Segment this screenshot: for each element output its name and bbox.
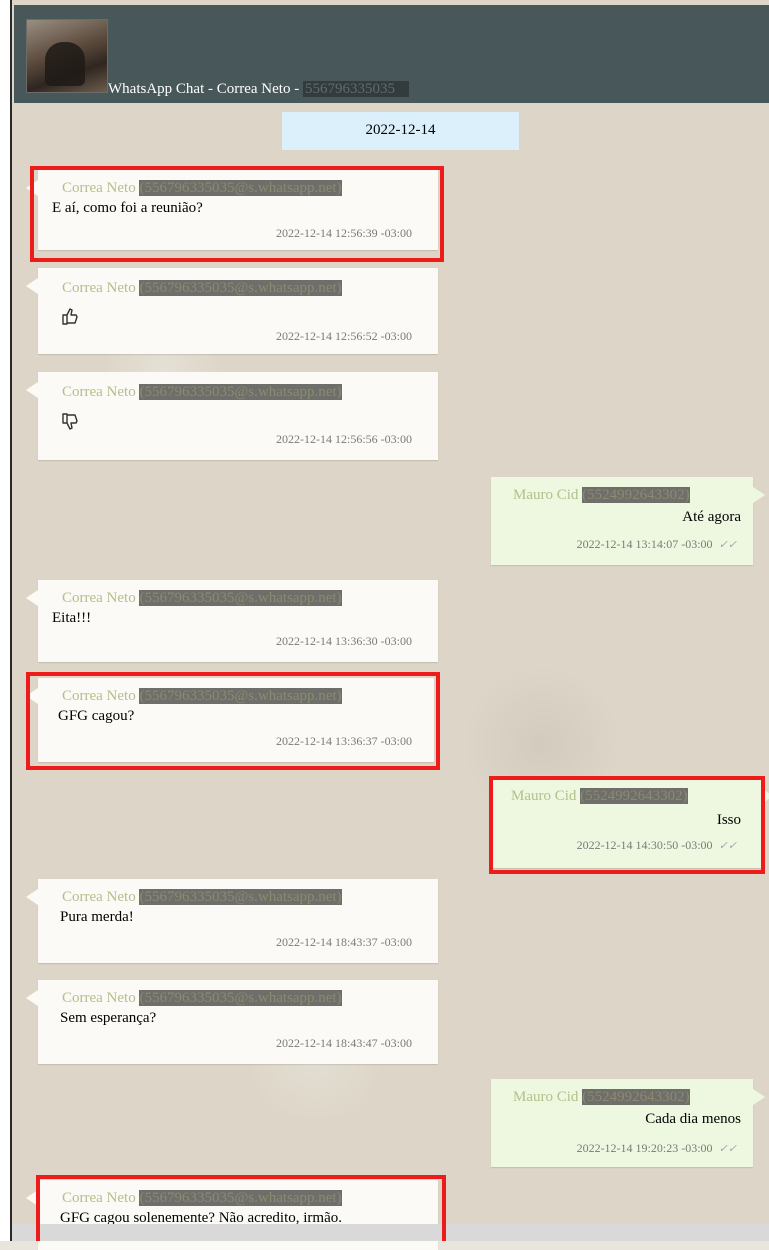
message-timestamp: 2022-12-14 12:56:56 -03:00 <box>276 432 412 446</box>
sender-id-redacted: (556796335035@s.whatsapp.net) <box>139 280 342 296</box>
message-text: Sem esperança? <box>60 1010 157 1026</box>
sender-id-redacted: (5524992643302) <box>580 788 688 804</box>
message-bubble[interactable]: Correa Neto (556796335035@s.whatsapp.net… <box>26 678 434 762</box>
chat-title: WhatsApp Chat - Correa Neto - 5567963350… <box>108 81 409 98</box>
sender-name: Correa Neto <box>62 180 136 196</box>
message-timestamp: 2022-12-14 13:36:37 -03:00 <box>276 734 412 748</box>
message-bubble[interactable]: Correa Neto (556796335035@s.whatsapp.net… <box>26 372 438 460</box>
message-bubble[interactable]: Correa Neto (556796335035@s.whatsapp.net… <box>26 170 438 250</box>
message-text: Pura merda! <box>60 909 134 925</box>
message-sender: Correa Neto (556796335035@s.whatsapp.net… <box>62 688 342 705</box>
message-bubble[interactable]: Mauro Cid (5524992643302) Cada dia menos… <box>491 1079 765 1167</box>
message-text: GFG cagou? <box>58 708 135 724</box>
chat-title-number-redacted: 556796335035 <box>302 81 409 97</box>
message-sender: Correa Neto (556796335035@s.whatsapp.net… <box>62 590 342 607</box>
sender-name: Correa Neto <box>62 889 136 905</box>
sender-id-redacted: (5524992643302) <box>582 487 690 503</box>
double-check-icon: ✓✓ <box>718 539 737 551</box>
sender-id-redacted: (556796335035@s.whatsapp.net) <box>139 889 342 905</box>
sender-name: Correa Neto <box>62 990 136 1006</box>
timestamp-text: 2022-12-14 13:14:07 -03:00 <box>576 537 713 551</box>
message-timestamp: 2022-12-14 12:56:39 -03:00 <box>276 226 412 240</box>
timestamp-text: 2022-12-14 14:30:50 -03:00 <box>576 838 713 852</box>
date-chip: 2022-12-14 <box>282 112 519 150</box>
message-sender: Correa Neto (556796335035@s.whatsapp.net… <box>62 280 342 297</box>
double-check-icon: ✓✓ <box>718 840 737 852</box>
message-timestamp: 2022-12-14 18:43:37 -03:00 <box>276 935 412 949</box>
message-timestamp: 2022-12-14 12:56:52 -03:00 <box>276 329 412 343</box>
double-check-icon: ✓✓ <box>718 1143 737 1155</box>
message-bubble[interactable]: Mauro Cid (5524992643302) Isso 2022-12-1… <box>491 778 769 868</box>
sender-id-redacted: (556796335035@s.whatsapp.net) <box>139 688 342 704</box>
message-text: E aí, como foi a reunião? <box>52 200 203 216</box>
message-timestamp: 2022-12-14 13:14:07 -03:00 ✓✓ <box>577 537 737 552</box>
bottom-edge <box>12 1224 769 1241</box>
message-text: Cada dia menos <box>645 1111 741 1127</box>
message-sender: Correa Neto (556796335035@s.whatsapp.net… <box>62 384 342 401</box>
message-sender: Mauro Cid (5524992643302) <box>513 1089 690 1106</box>
sender-name: Correa Neto <box>62 280 136 296</box>
sender-name: Mauro Cid <box>513 1089 579 1105</box>
sender-name: Correa Neto <box>62 384 136 400</box>
message-bubble[interactable]: Correa Neto (556796335035@s.whatsapp.net… <box>26 580 438 662</box>
sender-name: Correa Neto <box>62 590 136 606</box>
message-timestamp: 2022-12-14 18:43:47 -03:00 <box>276 1036 412 1050</box>
message-sender: Correa Neto (556796335035@s.whatsapp.net… <box>62 889 342 906</box>
sender-id-redacted: (556796335035@s.whatsapp.net) <box>139 180 342 196</box>
sender-name: Mauro Cid <box>511 788 577 804</box>
left-border <box>0 0 12 1241</box>
message-sender: Mauro Cid (5524992643302) <box>513 487 690 504</box>
chat-header: WhatsApp Chat - Correa Neto - 5567963350… <box>14 5 769 103</box>
sender-id-redacted: (556796335035@s.whatsapp.net) <box>139 990 342 1006</box>
message-timestamp: 2022-12-14 13:36:30 -03:00 <box>276 634 412 648</box>
message-timestamp: 2022-12-14 19:20:23 -03:00 ✓✓ <box>577 1141 737 1156</box>
message-bubble[interactable]: Mauro Cid (5524992643302) Até agora 2022… <box>491 477 765 565</box>
sender-id-redacted: (556796335035@s.whatsapp.net) <box>139 1190 342 1206</box>
sender-name: Correa Neto <box>62 1190 136 1206</box>
message-sender: Correa Neto (556796335035@s.whatsapp.net… <box>62 1190 342 1207</box>
message-text: Isso <box>716 812 741 828</box>
chat-title-prefix: WhatsApp Chat - Correa Neto - <box>108 81 303 97</box>
avatar[interactable] <box>26 19 108 93</box>
thumbs-up-icon <box>62 308 78 325</box>
message-timestamp: 2022-12-14 14:30:50 -03:00 ✓✓ <box>577 838 737 853</box>
message-text: Eita!!! <box>52 610 92 626</box>
thumbs-down-icon <box>62 413 78 430</box>
message-text: Até agora <box>682 509 741 525</box>
message-sender: Correa Neto (556796335035@s.whatsapp.net… <box>62 180 342 197</box>
sender-id-redacted: (5524992643302) <box>582 1089 690 1105</box>
message-sender: Correa Neto (556796335035@s.whatsapp.net… <box>62 990 342 1007</box>
message-bubble[interactable]: Correa Neto (556796335035@s.whatsapp.net… <box>26 879 438 963</box>
sender-name: Correa Neto <box>62 688 136 704</box>
message-bubble[interactable]: Correa Neto (556796335035@s.whatsapp.net… <box>26 268 438 354</box>
sender-id-redacted: (556796335035@s.whatsapp.net) <box>139 384 342 400</box>
timestamp-text: 2022-12-14 19:20:23 -03:00 <box>576 1141 713 1155</box>
sender-name: Mauro Cid <box>513 487 579 503</box>
message-bubble[interactable]: Correa Neto (556796335035@s.whatsapp.net… <box>26 980 438 1064</box>
message-sender: Mauro Cid (5524992643302) <box>511 788 688 805</box>
sender-id-redacted: (556796335035@s.whatsapp.net) <box>139 590 342 606</box>
